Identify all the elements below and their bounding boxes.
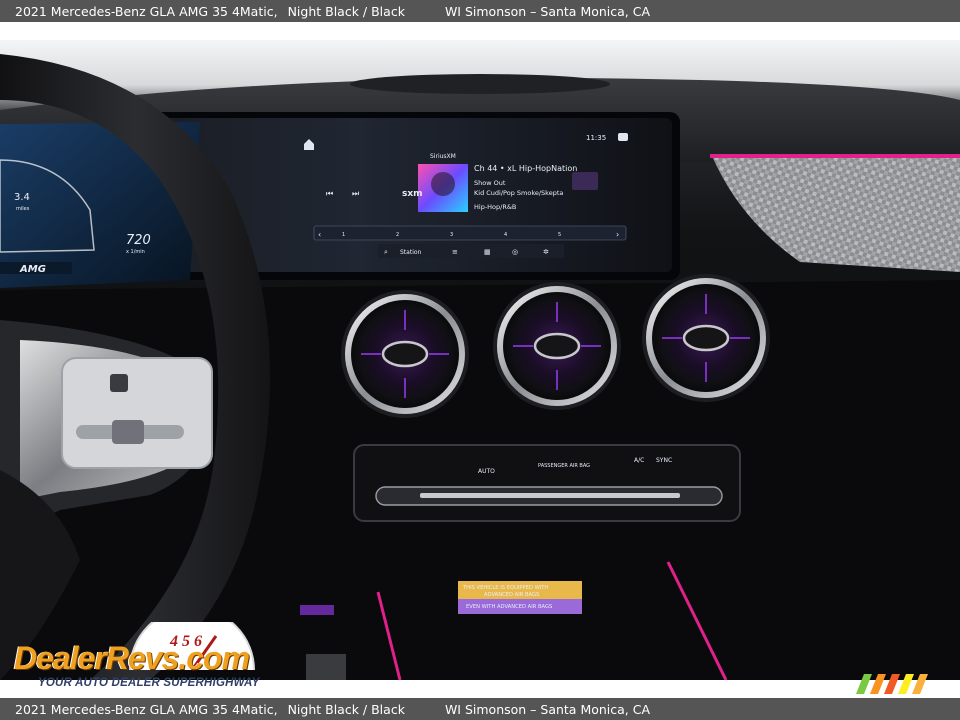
preset-3[interactable]: 3	[450, 232, 453, 238]
preset-right-icon[interactable]: ›	[616, 230, 619, 239]
airbag-line-3: EVEN WITH ADVANCED AIR BAGS	[466, 604, 552, 610]
volume-roller[interactable]	[112, 420, 144, 444]
touch-control-button[interactable]	[110, 374, 128, 392]
airbag-line-2: ADVANCED AIR BAGS	[484, 592, 539, 598]
preset-bar[interactable]	[313, 225, 627, 241]
caption-vehicle-bottom: 2021 Mercedes-Benz GLA AMG 35 4Matic,	[15, 701, 278, 717]
dealerrevs-tagline: YOUR AUTO DEALER SUPERHIGHWAY	[38, 677, 260, 689]
air-vent-right[interactable]	[642, 274, 770, 402]
cluster-temp-unit: miles	[16, 206, 30, 212]
caption-bar-bottom: 2021 Mercedes-Benz GLA AMG 35 4Matic, Ni…	[0, 698, 960, 720]
search-icon[interactable]: ⌕	[384, 248, 388, 256]
screen-channel: Ch 44 • xL Hip-HopNation	[474, 164, 577, 173]
caption-dealer: WI Simonson – Santa Monica, CA	[444, 3, 651, 19]
air-vent-left[interactable]	[341, 290, 469, 418]
cluster-temp-value: 3.4	[14, 192, 30, 203]
next-icon[interactable]: ⏭	[352, 189, 359, 198]
screen-genre: Hip-Hop/R&B	[474, 203, 516, 211]
previous-icon[interactable]: ⏮	[326, 189, 333, 198]
climate-auto[interactable]: AUTO	[478, 468, 495, 475]
caption-color-bottom: Night Black / Black	[287, 701, 405, 717]
climate-ac[interactable]: A/C	[634, 457, 644, 464]
station-logo-chip	[572, 172, 598, 190]
screen-time: 11:35	[586, 134, 606, 142]
preset-4[interactable]: 4	[504, 232, 507, 238]
climate-sync[interactable]: SYNC	[656, 457, 672, 464]
steering-control-pad[interactable]	[61, 357, 213, 469]
sirius-logo-small: SiriusXM	[430, 153, 456, 160]
caption-vehicle: 2021 Mercedes-Benz GLA AMG 35 4Matic,	[15, 3, 278, 19]
caption-bar-top: 2021 Mercedes-Benz GLA AMG 35 4Matic, Ni…	[0, 0, 960, 22]
cluster-amg-logo: AMG	[19, 264, 46, 275]
dealerrevs-brand: DealerRevs.com	[14, 640, 250, 676]
stripes-logo-icon	[856, 674, 928, 694]
preset-5[interactable]: 5	[558, 232, 561, 238]
caption-color: Night Black / Black	[287, 3, 405, 19]
preset-left-icon[interactable]: ‹	[318, 230, 321, 239]
grid-icon[interactable]: ▦	[484, 248, 491, 256]
tune-icon[interactable]: ◎	[512, 248, 518, 256]
climate-panel	[353, 444, 741, 522]
cluster-speed-value: 720	[126, 233, 151, 248]
dealerrevs-logo: DealerRevs.com YOUR AUTO DEALER SUPERHIG…	[10, 622, 270, 694]
screen-track: Show Out	[474, 179, 506, 187]
climate-passenger-airbag: PASSENGER AIR BAG	[538, 463, 590, 469]
preset-1[interactable]: 1	[342, 232, 345, 238]
station-button[interactable]: Station	[400, 249, 422, 256]
airbag-line-1: THIS VEHICLE IS EQUIPPED WITH	[462, 585, 548, 591]
cluster-speed-unit: x 1/min	[126, 249, 145, 255]
preset-2[interactable]: 2	[396, 232, 399, 238]
message-icon[interactable]	[618, 133, 628, 141]
settings-icon[interactable]: ✲	[543, 248, 549, 256]
dashboard-photo: 3.4 miles 720 x 1/min AMG 11:35 SiriusXM…	[0, 40, 960, 680]
screen-artist: Kid Cudi/Pop Smoke/Skepta	[474, 189, 563, 197]
air-vent-center[interactable]	[493, 282, 621, 410]
list-icon[interactable]: ≡	[452, 248, 458, 256]
caption-dealer-bottom: WI Simonson – Santa Monica, CA	[444, 701, 651, 717]
svg-text:sxm: sxm	[402, 189, 423, 199]
dashboard-illustration: 3.4 miles 720 x 1/min AMG 11:35 SiriusXM…	[0, 40, 960, 680]
